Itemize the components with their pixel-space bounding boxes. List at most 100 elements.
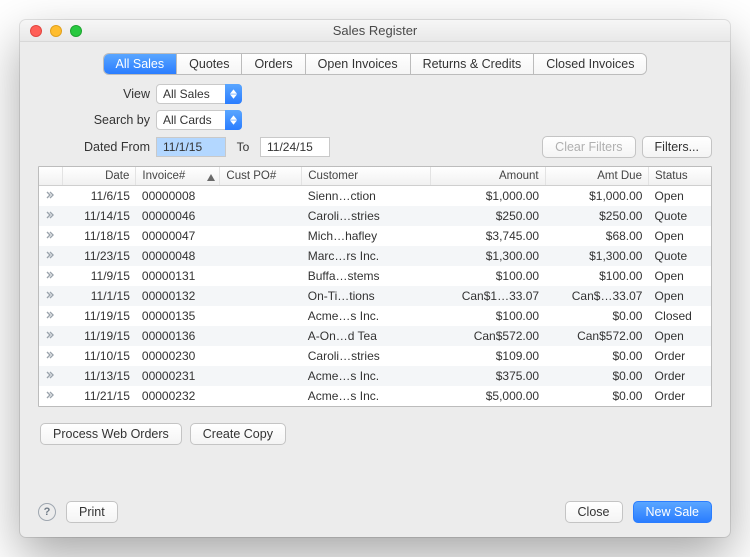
table-row[interactable]: 11/6/1500000008Sienn…ction$1,000.00$1,00… [39,186,711,207]
cell-invoice: 00000047 [136,226,220,246]
cell-customer: Buffa…stems [302,266,431,286]
table-row[interactable]: 11/1/1500000132On-Ti…tionsCan$1…33.07Can… [39,286,711,306]
column-header[interactable]: Date [63,167,136,186]
column-header[interactable]: Cust PO# [220,167,302,186]
sort-asc-icon [207,172,215,184]
cell-customer: A-On…d Tea [302,326,431,346]
content-area: All SalesQuotesOrdersOpen InvoicesReturn… [20,42,730,537]
cell-amtdue: $68.00 [545,226,648,246]
cell-invoice: 00000231 [136,366,220,386]
cell-po [220,386,302,406]
tab-returns-credits[interactable]: Returns & Credits [411,54,535,74]
close-window-icon[interactable] [30,25,42,37]
cell-status: Quote [648,246,711,266]
cell-date: 11/19/15 [63,306,136,326]
cell-amount: $1,300.00 [431,246,545,266]
cell-customer: Acme…s Inc. [302,386,431,406]
datedfrom-input[interactable]: 11/1/15 [156,137,226,157]
cell-amtdue: $0.00 [545,346,648,366]
cell-amtdue: Can$572.00 [545,326,648,346]
column-header[interactable]: Status [648,167,711,186]
column-header[interactable]: Amount [431,167,545,186]
expand-row-icon[interactable] [39,326,63,346]
dropdown-arrows-icon [225,110,242,130]
expand-row-icon[interactable] [39,286,63,306]
clear-filters-button[interactable]: Clear Filters [542,136,635,158]
cell-amount: $1,000.00 [431,186,545,207]
sales-table: DateInvoice#Cust PO#CustomerAmountAmt Du… [38,166,712,407]
column-header[interactable] [39,167,63,186]
new-sale-button[interactable]: New Sale [633,501,713,523]
print-button[interactable]: Print [66,501,118,523]
expand-row-icon[interactable] [39,186,63,207]
titlebar[interactable]: Sales Register [20,20,730,42]
filters-button[interactable]: Filters... [642,136,712,158]
cell-customer: Marc…rs Inc. [302,246,431,266]
expand-row-icon[interactable] [39,306,63,326]
cell-status: Quote [648,206,711,226]
table-row[interactable]: 11/14/1500000046Caroli…stries$250.00$250… [39,206,711,226]
cell-date: 11/6/15 [63,186,136,207]
cell-customer: On-Ti…tions [302,286,431,306]
view-label: View [38,87,150,101]
table-row[interactable]: 11/21/1500000232Acme…s Inc.$5,000.00$0.0… [39,386,711,406]
window-controls [20,25,82,37]
datedfrom-value: 11/1/15 [163,140,202,154]
close-button[interactable]: Close [565,501,623,523]
searchby-value: All Cards [163,113,212,127]
tab-closed-invoices[interactable]: Closed Invoices [534,54,646,74]
cell-status: Open [648,286,711,306]
cell-po [220,226,302,246]
to-input[interactable]: 11/24/15 [260,137,330,157]
expand-row-icon[interactable] [39,266,63,286]
table-row[interactable]: 11/10/1500000230Caroli…stries$109.00$0.0… [39,346,711,366]
cell-invoice: 00000135 [136,306,220,326]
to-label: To [232,140,254,154]
view-tabs: All SalesQuotesOrdersOpen InvoicesReturn… [104,54,647,74]
table-row[interactable]: 11/13/1500000231Acme…s Inc.$375.00$0.00O… [39,366,711,386]
cell-date: 11/18/15 [63,226,136,246]
expand-row-icon[interactable] [39,246,63,266]
tab-open-invoices[interactable]: Open Invoices [306,54,411,74]
cell-po [220,346,302,366]
cell-amtdue: $250.00 [545,206,648,226]
column-header[interactable]: Customer [302,167,431,186]
create-copy-button[interactable]: Create Copy [190,423,286,445]
cell-amtdue: Can$…33.07 [545,286,648,306]
process-web-orders-button[interactable]: Process Web Orders [40,423,182,445]
cell-status: Open [648,326,711,346]
cell-invoice: 00000131 [136,266,220,286]
minimize-window-icon[interactable] [50,25,62,37]
cell-date: 11/13/15 [63,366,136,386]
cell-date: 11/10/15 [63,346,136,366]
expand-row-icon[interactable] [39,226,63,246]
expand-row-icon[interactable] [39,346,63,366]
cell-customer: Caroli…stries [302,206,431,226]
table-row[interactable]: 11/9/1500000131Buffa…stems$100.00$100.00… [39,266,711,286]
tab-all-sales[interactable]: All Sales [104,54,178,74]
cell-amtdue: $0.00 [545,366,648,386]
window-title: Sales Register [20,23,730,38]
tab-quotes[interactable]: Quotes [177,54,242,74]
table-row[interactable]: 11/23/1500000048Marc…rs Inc.$1,300.00$1,… [39,246,711,266]
table-row[interactable]: 11/19/1500000135Acme…s Inc.$100.00$0.00C… [39,306,711,326]
expand-row-icon[interactable] [39,206,63,226]
expand-row-icon[interactable] [39,386,63,406]
expand-row-icon[interactable] [39,366,63,386]
table-row[interactable]: 11/19/1500000136A-On…d TeaCan$572.00Can$… [39,326,711,346]
cell-date: 11/1/15 [63,286,136,306]
cell-status: Open [648,226,711,246]
cell-amtdue: $100.00 [545,266,648,286]
column-header[interactable]: Amt Due [545,167,648,186]
help-icon[interactable]: ? [38,503,56,521]
cell-date: 11/14/15 [63,206,136,226]
tab-orders[interactable]: Orders [242,54,305,74]
zoom-window-icon[interactable] [70,25,82,37]
table-row[interactable]: 11/18/1500000047Mich…hafley$3,745.00$68.… [39,226,711,246]
cell-po [220,306,302,326]
searchby-select[interactable]: All Cards [156,110,242,130]
cell-po [220,266,302,286]
cell-invoice: 00000048 [136,246,220,266]
view-select[interactable]: All Sales [156,84,242,104]
column-header[interactable]: Invoice# [136,167,220,186]
